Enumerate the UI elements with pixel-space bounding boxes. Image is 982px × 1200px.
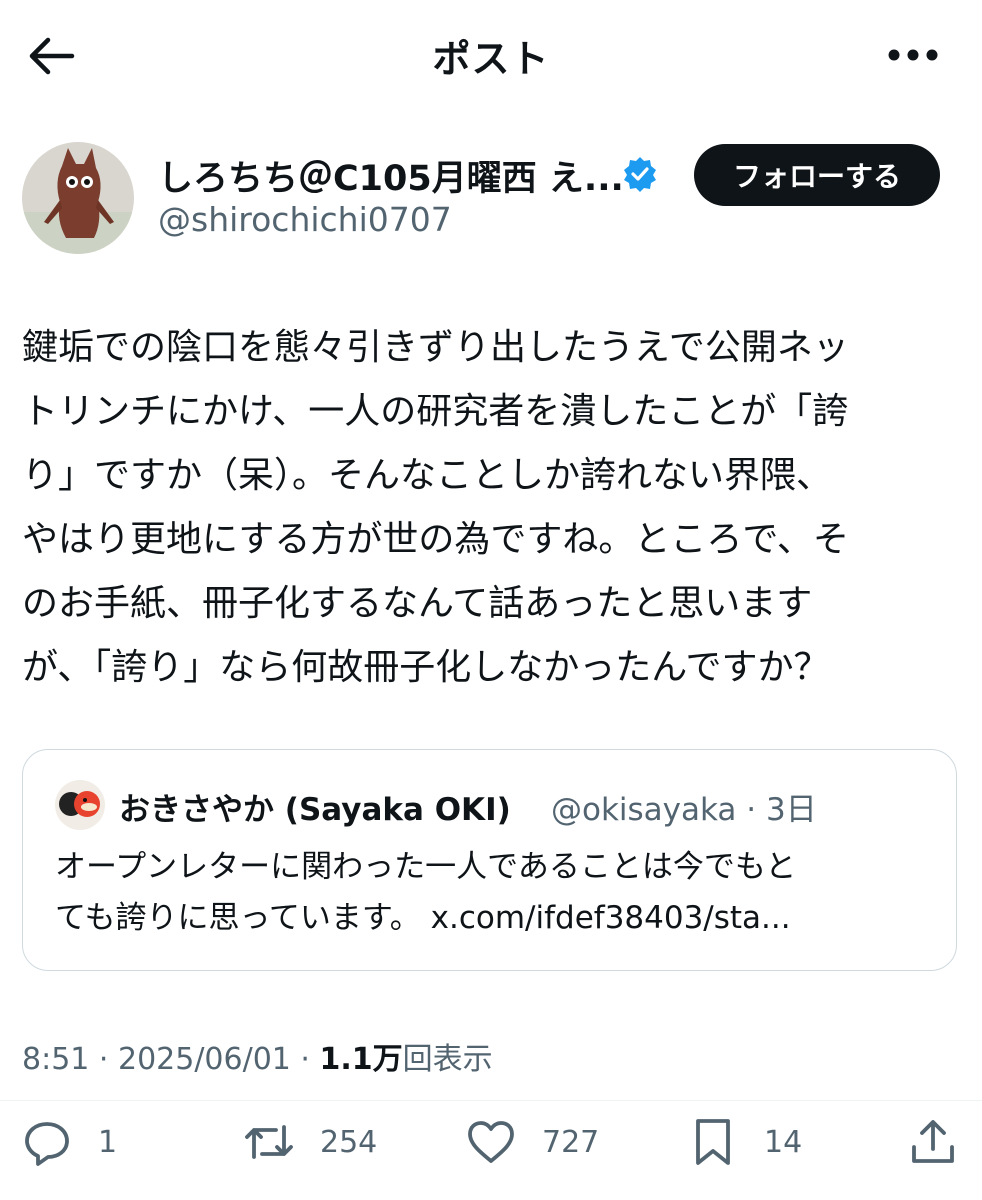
page-title: ポスト	[432, 37, 550, 81]
author-avatar[interactable]	[22, 142, 134, 254]
reply-count: 1	[98, 1124, 118, 1160]
reply-icon	[25, 1122, 69, 1166]
bookmark-count: 14	[764, 1124, 803, 1160]
quoted-author-name: おきさやか (Sayaka OKI)	[119, 792, 511, 828]
post-text: 鍵垢での陰口を態々引きずり出したうえで公開ネッ トリンチにかけ、一人の研究者を潰…	[22, 327, 849, 688]
quoted-avatar-image	[55, 780, 105, 830]
post-timestamp[interactable]: 8:51 · 2025/06/01 ·	[22, 1042, 320, 1077]
bookmark-button[interactable]: 14	[688, 1112, 802, 1172]
quoted-post-text: オープンレターに関わった一人であることは今でもと ても誇りに思っています。 x.…	[55, 849, 797, 936]
retweet-count: 254	[320, 1124, 378, 1160]
views-count: 1.1万	[319, 1042, 403, 1077]
quoted-author-handle: @okisayaka · 3日	[551, 792, 817, 828]
quoted-post[interactable]: おきさやか (Sayaka OKI) @okisayaka · 3日 オープンレ…	[22, 749, 957, 971]
retweet-button[interactable]: 254	[244, 1112, 377, 1172]
post-meta: 8:51 · 2025/06/01 · 1.1万回表示	[22, 1034, 493, 1078]
views-label: 回表示	[402, 1042, 493, 1077]
verified-badge-icon	[622, 156, 658, 192]
quoted-author-avatar	[55, 780, 105, 830]
share-icon	[912, 1120, 954, 1163]
reply-button[interactable]: 1	[22, 1112, 117, 1172]
follow-button[interactable]: フォローする	[694, 144, 940, 206]
like-count: 727	[542, 1124, 600, 1160]
avatar-image	[22, 142, 134, 254]
author-name[interactable]: しろちち＠C105月曜西 え...	[158, 150, 624, 201]
retweet-icon	[245, 1125, 293, 1159]
heart-icon	[468, 1121, 514, 1163]
more-options-button[interactable]	[885, 38, 941, 72]
top-bar: ポスト	[0, 0, 982, 110]
share-button[interactable]	[908, 1112, 958, 1172]
more-dots-icon	[888, 49, 938, 61]
like-button[interactable]: 727	[466, 1112, 599, 1172]
divider	[0, 1100, 982, 1101]
bookmark-icon	[696, 1119, 730, 1165]
author-handle[interactable]: @shirochichi0707	[158, 200, 452, 239]
